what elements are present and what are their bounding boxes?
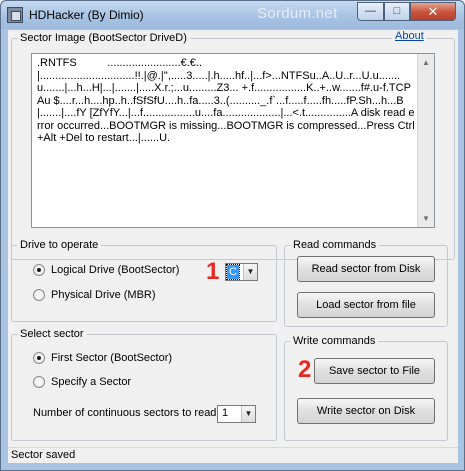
radio-button-checked[interactable] — [33, 264, 45, 276]
radio-button[interactable] — [33, 289, 45, 301]
specify-sector-radio[interactable]: Specify a Sector — [33, 375, 213, 391]
physical-drive-radio[interactable]: Physical Drive (MBR) — [33, 288, 213, 304]
first-sector-label: First Sector (BootSector) — [51, 352, 173, 364]
window-title: HDHacker (By Dimio) — [29, 8, 144, 22]
logical-drive-radio[interactable]: Logical Drive (BootSector) — [33, 263, 213, 279]
status-bar: Sector saved — [8, 447, 458, 463]
app-icon — [7, 7, 23, 23]
scroll-down-icon[interactable]: ▼ — [418, 210, 434, 227]
sector-hex-textarea[interactable]: .RNTFS ........................€.€.. |..… — [31, 53, 435, 228]
read-sector-button[interactable]: Read sector from Disk — [297, 256, 435, 282]
vertical-scrollbar[interactable]: ▲ ▼ — [417, 54, 434, 227]
minimize-icon: — — [365, 5, 376, 17]
radio-button[interactable] — [33, 376, 45, 388]
maximize-icon: □ — [393, 5, 401, 17]
watermark-text: Sordum.net — [257, 5, 338, 22]
status-text: Sector saved — [11, 449, 76, 461]
read-commands-legend: Read commands — [293, 239, 377, 251]
annotation-marker-1: 1 — [206, 258, 220, 285]
save-sector-button[interactable]: Save sector to File — [314, 358, 435, 384]
app-window: HDHacker (By Dimio) Sordum.net — □ ✕ Sec… — [0, 0, 465, 471]
sector-text-content: .RNTFS ........................€.€.. |..… — [37, 57, 415, 144]
load-sector-button[interactable]: Load sector from file — [297, 292, 435, 318]
chevron-down-icon[interactable]: ▼ — [241, 406, 255, 422]
write-commands-legend: Write commands — [293, 335, 376, 347]
scroll-up-icon[interactable]: ▲ — [418, 54, 434, 71]
drive-letter-value: C — [226, 264, 240, 280]
maximize-button[interactable]: □ — [384, 2, 410, 21]
drive-letter-select[interactable]: C ▼ — [225, 263, 258, 281]
close-button[interactable]: ✕ — [410, 2, 456, 21]
drive-to-operate-legend: Drive to operate — [20, 239, 99, 251]
write-sector-button[interactable]: Write sector on Disk — [297, 398, 435, 424]
chevron-down-icon[interactable]: ▼ — [243, 264, 257, 280]
radio-button-checked[interactable] — [33, 352, 45, 364]
annotation-marker-2: 2 — [298, 356, 312, 383]
first-sector-radio[interactable]: First Sector (BootSector) — [33, 351, 213, 367]
close-icon: ✕ — [427, 4, 439, 19]
minimize-button[interactable]: — — [357, 2, 384, 21]
sector-image-legend: Sector Image (BootSector DriveD) — [20, 32, 187, 44]
title-bar[interactable]: HDHacker (By Dimio) Sordum.net — □ ✕ — [1, 1, 464, 29]
specify-sector-label: Specify a Sector — [51, 376, 132, 388]
logical-drive-label: Logical Drive (BootSector) — [51, 264, 180, 276]
sector-count-label: Number of continuous sectors to read — [33, 407, 217, 419]
sector-count-select[interactable]: 1 ▼ — [217, 405, 256, 423]
write-commands-group: Write commands — [284, 335, 448, 441]
sector-count-value: 1 — [222, 407, 229, 419]
about-link[interactable]: About — [392, 30, 427, 42]
client-area: Sector Image (BootSector DriveD) About .… — [8, 30, 458, 463]
physical-drive-label: Physical Drive (MBR) — [51, 289, 156, 301]
select-sector-legend: Select sector — [20, 328, 84, 340]
